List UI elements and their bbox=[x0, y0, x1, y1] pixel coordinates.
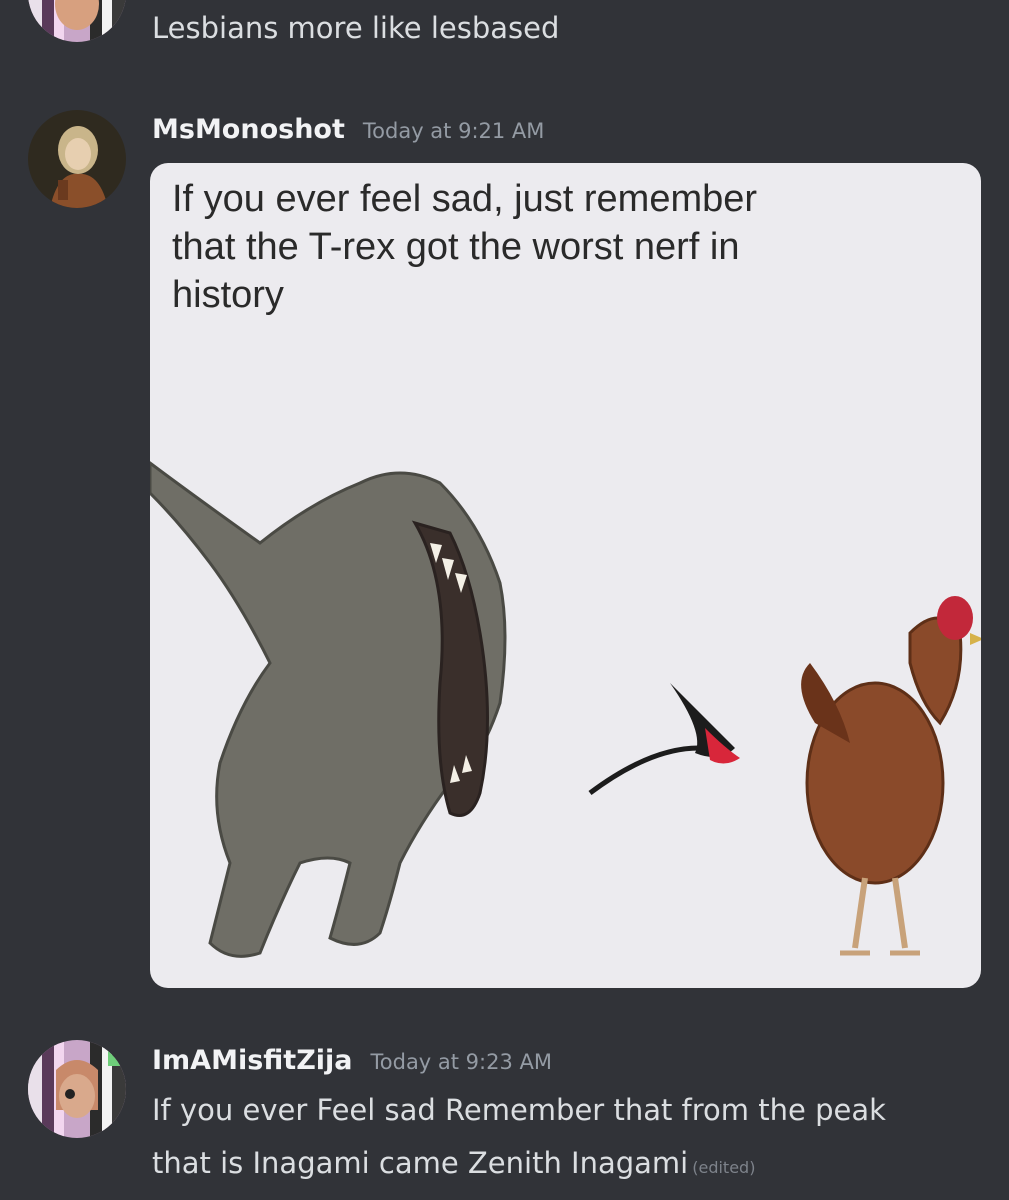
username[interactable]: MsMonoshot bbox=[152, 114, 345, 145]
avatar-image bbox=[28, 1040, 126, 1138]
message-text: that is Inagami came Zenith Inagami bbox=[152, 1146, 689, 1180]
message-header: ImAMisfitZija Today at 9:23 AM bbox=[152, 1045, 552, 1076]
avatar-image bbox=[28, 0, 126, 42]
chat-log: Lesbians more like lesbased MsMonoshot T… bbox=[0, 0, 1009, 1200]
meme-caption: If you ever feel sad, just remember that… bbox=[172, 178, 758, 316]
avatar-imamisfitzija-top[interactable] bbox=[28, 0, 126, 42]
timestamp: Today at 9:23 AM bbox=[370, 1050, 553, 1074]
timestamp: Today at 9:21 AM bbox=[362, 119, 545, 143]
edited-label: (edited) bbox=[692, 1158, 756, 1177]
avatar-image bbox=[28, 110, 126, 208]
image-attachment[interactable]: If you ever feel sad, just remember that… bbox=[150, 163, 981, 988]
message-text: Lesbians more like lesbased bbox=[152, 11, 560, 45]
message-header: MsMonoshot Today at 9:21 AM bbox=[152, 114, 544, 145]
chicken-figure bbox=[801, 596, 981, 956]
message-text-line2: that is Inagami came Zenith Inagami (edit… bbox=[152, 1141, 755, 1190]
message-text-line1: If you ever Feel sad Remember that from … bbox=[152, 1093, 886, 1127]
username[interactable]: ImAMisfitZija bbox=[152, 1045, 353, 1076]
avatar-imamisfitzija[interactable] bbox=[28, 1040, 126, 1138]
avatar-msmonoshot[interactable] bbox=[28, 110, 126, 208]
